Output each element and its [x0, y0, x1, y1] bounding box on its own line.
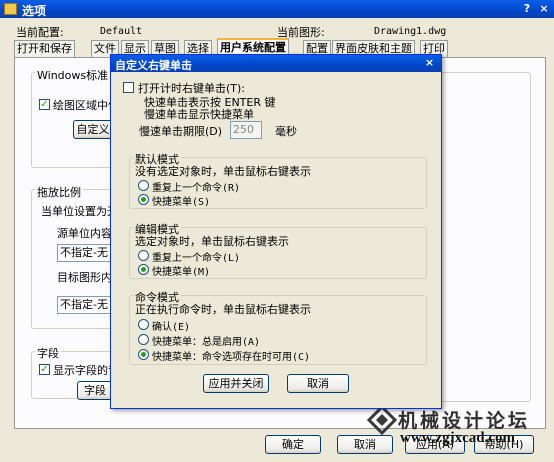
default-repeat-radio[interactable] — [138, 180, 149, 191]
edit-mode-desc: 选定对象时，单击鼠标右键表示 — [135, 235, 289, 248]
watermark-text: 机械设计论坛 — [398, 410, 531, 432]
source-units-select[interactable]: 不指定-无 — [57, 244, 111, 262]
source-units-label: 源单位内容 — [57, 227, 112, 240]
current-profile-value: Default — [100, 26, 143, 37]
timed-line-2: 慢速单击显示快捷菜单 — [144, 108, 254, 121]
app-icon — [4, 3, 17, 15]
command-always-radio[interactable] — [138, 334, 149, 345]
unit-setting-label: 当单位设置为无 — [41, 205, 118, 218]
edit-shortcut-label: 快捷菜单(M) — [152, 267, 211, 278]
fields-title: 字段 — [35, 345, 61, 361]
insert-scale-title: 拖放比例 — [35, 184, 83, 200]
custom-right-click-dialog: 自定义右键单击 × 打开计时右键单击(T): 快速单击表示按 ENTER 键 慢… — [110, 54, 442, 409]
duration-input[interactable]: 250 — [230, 121, 262, 139]
current-drawing-value: Drawing1.dwg — [374, 26, 447, 37]
windows-standard-title: Windows标准 — [35, 67, 111, 83]
timed-right-click-checkbox[interactable] — [123, 82, 134, 93]
apply-and-close-button[interactable]: 应用并关闭 — [203, 374, 269, 393]
dialog-titlebar[interactable]: 自定义右键单击 × — [111, 55, 441, 72]
dialog-close-icon[interactable]: × — [422, 56, 437, 70]
window-titlebar[interactable]: 选项 ? × — [0, 0, 554, 18]
drawing-area-checkbox[interactable]: ✓ — [39, 99, 50, 110]
current-profile-label: 当前配置: — [16, 26, 64, 39]
target-units-label: 目标图形内 — [57, 271, 112, 284]
field-settings-button[interactable]: 字段 — [77, 381, 113, 400]
dialog-title: 自定义右键单击 — [115, 59, 192, 72]
custom-right-click-button[interactable]: 自定义 — [73, 120, 113, 139]
command-options-radio[interactable] — [138, 349, 149, 360]
show-fields-checkbox[interactable]: ✓ — [39, 364, 50, 375]
command-options-label: 快捷菜单：命令选项存在时可用(C) — [152, 352, 311, 363]
duration-label: 慢速单击期限(D) — [139, 125, 223, 138]
edit-shortcut-radio[interactable] — [138, 264, 149, 275]
target-units-select[interactable]: 不指定-无 — [57, 296, 111, 314]
default-mode-desc: 没有选定对象时，单击鼠标右键表示 — [135, 165, 311, 178]
window-title: 选项 — [22, 4, 47, 18]
tab-open-save[interactable]: 打开和保存 — [14, 40, 75, 57]
close-icon[interactable]: × — [536, 1, 552, 16]
duration-unit: 毫秒 — [275, 125, 297, 138]
edit-repeat-label: 重复上一个命令(L) — [152, 253, 241, 264]
edit-repeat-radio[interactable] — [138, 250, 149, 261]
command-mode-desc: 正在执行命令时，单击鼠标右键表示 — [135, 303, 311, 316]
watermark-logo-icon — [366, 404, 398, 438]
command-always-label: 快捷菜单：总是启用(A) — [152, 337, 261, 348]
watermark-url: www.zgjxcad.com — [400, 430, 515, 446]
command-confirm-label: 确认(E) — [152, 322, 191, 333]
default-shortcut-label: 快捷菜单(S) — [152, 197, 211, 208]
dialog-cancel-button[interactable]: 取消 — [287, 374, 349, 393]
default-repeat-label: 重复上一个命令(R) — [152, 183, 241, 194]
command-confirm-radio[interactable] — [138, 319, 149, 330]
help-icon[interactable]: ? — [519, 1, 535, 16]
ok-button[interactable]: 确定 — [265, 435, 321, 454]
default-shortcut-radio[interactable] — [138, 194, 149, 205]
